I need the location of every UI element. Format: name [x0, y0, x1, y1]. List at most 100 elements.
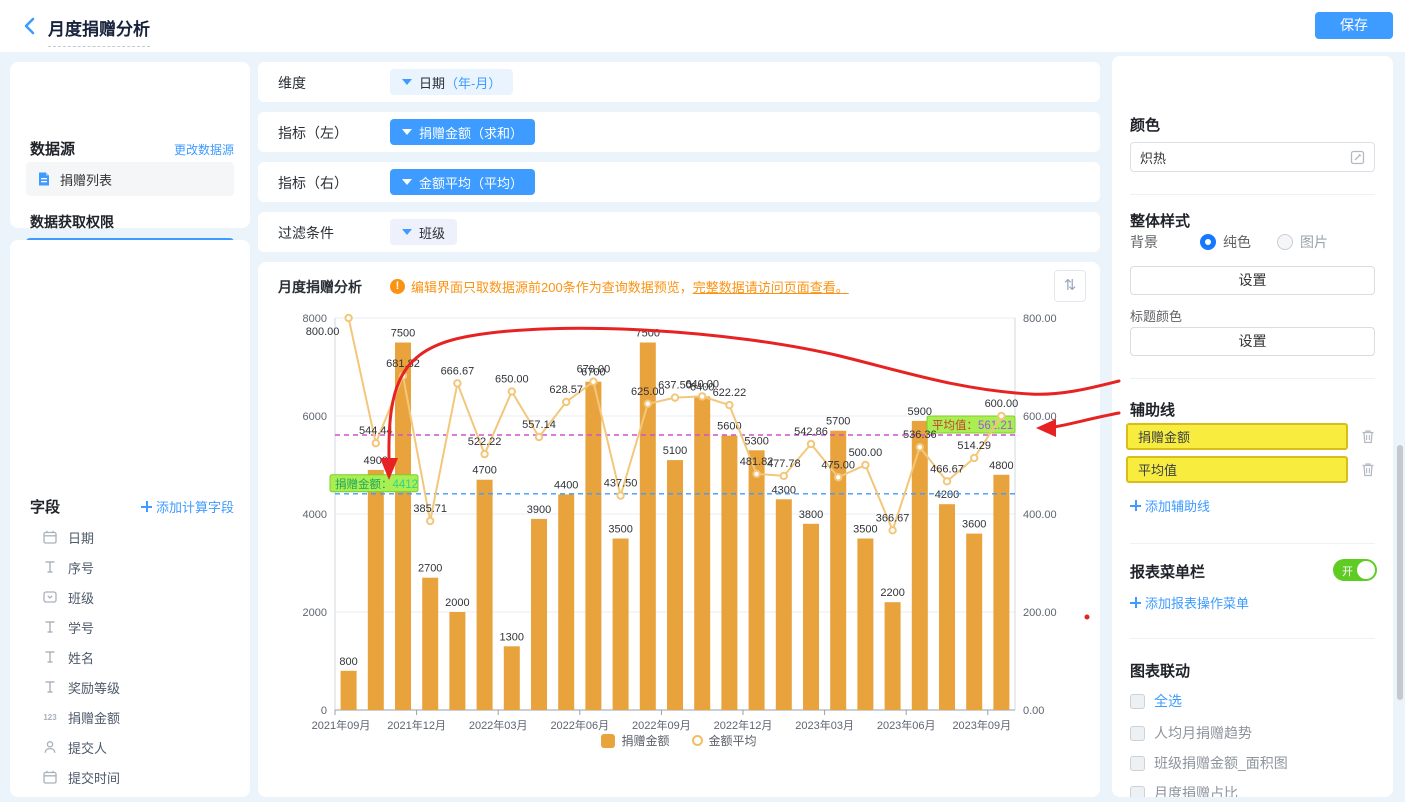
- line-point-2022年04月[interactable]: [536, 434, 542, 440]
- line-point-2022年11月[interactable]: [726, 402, 732, 408]
- bar-2021年10月[interactable]: [368, 470, 384, 710]
- chevron-down-icon: [402, 229, 412, 235]
- bar-2023年01月[interactable]: [776, 499, 792, 710]
- bar-2023年04月[interactable]: [857, 539, 873, 711]
- radio-solid-label[interactable]: 纯色: [1223, 232, 1251, 252]
- color-theme-input[interactable]: 炽热: [1130, 142, 1375, 172]
- metric-right-row: 指标（右） 金额平均（平均）: [258, 162, 1100, 202]
- line-point-2022年09月[interactable]: [672, 394, 678, 400]
- bar-2023年07月[interactable]: [939, 504, 955, 710]
- line-point-2023年08月[interactable]: [971, 455, 977, 461]
- field-item-捐赠金额[interactable]: 123捐赠金额: [10, 702, 250, 732]
- metric-left-row: 指标（左） 捐赠金额（求和）: [258, 112, 1100, 152]
- aux-line-input-平均值[interactable]: 平均值: [1126, 456, 1348, 483]
- radio-solid-icon[interactable]: [1200, 234, 1216, 250]
- checkbox-icon[interactable]: [1130, 756, 1145, 771]
- bar-2021年11月[interactable]: [395, 343, 411, 711]
- aux-line-input-捐赠金额[interactable]: 捐赠金额: [1126, 423, 1348, 450]
- bar-2023年08月[interactable]: [966, 534, 982, 710]
- radio-image-icon[interactable]: [1277, 234, 1293, 250]
- scrollbar-thumb[interactable]: [1397, 445, 1403, 700]
- bar-2022年12月[interactable]: [749, 450, 765, 710]
- bar-2021年12月[interactable]: [422, 578, 438, 710]
- chart-legend: 捐赠金额 金额平均: [258, 732, 1100, 749]
- line-point-2021年11月[interactable]: [400, 373, 406, 379]
- field-item-更新时间[interactable]: 更新时间: [10, 792, 250, 797]
- line-point-2022年07月[interactable]: [617, 492, 623, 498]
- line-point-2023年09月[interactable]: [998, 413, 1004, 419]
- bar-2021年09月[interactable]: [341, 671, 357, 710]
- bar-2022年03月[interactable]: [504, 646, 520, 710]
- save-button[interactable]: 保存: [1315, 12, 1393, 39]
- bar-2022年04月[interactable]: [531, 519, 547, 710]
- menu-toggle[interactable]: 开: [1333, 559, 1377, 581]
- line-point-2023年07月[interactable]: [944, 478, 950, 484]
- trash-icon[interactable]: [1360, 461, 1376, 478]
- field-item-提交时间[interactable]: 提交时间: [10, 762, 250, 792]
- bar-2022年06月[interactable]: [585, 382, 601, 710]
- field-item-序号[interactable]: 序号: [10, 552, 250, 582]
- bar-2022年11月[interactable]: [721, 436, 737, 710]
- field-item-日期[interactable]: 日期: [10, 522, 250, 552]
- line-point-2023年05月[interactable]: [889, 527, 895, 533]
- bar-2022年01月[interactable]: [449, 612, 465, 710]
- bg-setting-button[interactable]: 设置: [1130, 266, 1375, 295]
- checkbox-icon[interactable]: [1130, 786, 1145, 798]
- radio-image-label[interactable]: 图片: [1300, 232, 1328, 252]
- line-point-2023年03月[interactable]: [835, 474, 841, 480]
- back-icon[interactable]: [18, 14, 42, 38]
- edit-icon[interactable]: [1350, 150, 1365, 165]
- line-point-2022年12月[interactable]: [753, 471, 759, 477]
- linkage-item-人均月捐赠趋势[interactable]: 人均月捐赠趋势: [1130, 718, 1375, 748]
- line-point-2022年10月[interactable]: [699, 393, 705, 399]
- bar-2023年02月[interactable]: [803, 524, 819, 710]
- legend-item-line[interactable]: 金额平均: [692, 732, 757, 749]
- bar-2022年05月[interactable]: [558, 494, 574, 710]
- select-all-label[interactable]: 全选: [1154, 691, 1182, 711]
- line-point-2022年05月[interactable]: [563, 399, 569, 405]
- bar-2023年05月[interactable]: [885, 602, 901, 710]
- add-aux-line-link[interactable]: 添加辅助线: [1130, 496, 1210, 515]
- line-point-2023年04月[interactable]: [862, 462, 868, 468]
- line-point-2022年02月[interactable]: [481, 451, 487, 457]
- line-point-2021年09月[interactable]: [345, 315, 351, 321]
- field-item-提交人[interactable]: 提交人: [10, 732, 250, 762]
- line-point-2021年12月[interactable]: [427, 518, 433, 524]
- legend-item-bar[interactable]: 捐赠金额: [601, 732, 669, 749]
- linkage-item-月度捐赠占比[interactable]: 月度捐赠占比: [1130, 778, 1375, 797]
- field-item-班级[interactable]: 班级: [10, 582, 250, 612]
- line-point-2022年06月[interactable]: [590, 379, 596, 385]
- add-calc-field-link[interactable]: 添加计算字段: [141, 497, 234, 516]
- linkage-item-班级捐赠金额_面积图[interactable]: 班级捐赠金额_面积图: [1130, 748, 1375, 778]
- bar-2023年03月[interactable]: [830, 431, 846, 710]
- metric-left-pill[interactable]: 捐赠金额（求和）: [390, 119, 535, 145]
- add-report-menu-link[interactable]: 添加报表操作菜单: [1130, 593, 1249, 612]
- field-item-学号[interactable]: 学号: [10, 612, 250, 642]
- bar-2023年09月[interactable]: [993, 475, 1009, 710]
- line-point-2021年10月[interactable]: [373, 440, 379, 446]
- dimension-pill[interactable]: 日期（年-月）: [390, 69, 513, 95]
- bar-2022年10月[interactable]: [694, 396, 710, 710]
- bar-2022年02月[interactable]: [477, 480, 493, 710]
- line-point-2023年01月[interactable]: [781, 473, 787, 479]
- filter-pill[interactable]: 班级: [390, 219, 457, 245]
- bar-2022年07月[interactable]: [613, 539, 629, 711]
- line-point-2022年01月[interactable]: [454, 380, 460, 386]
- checkbox-icon[interactable]: [1130, 694, 1145, 709]
- field-item-奖励等级[interactable]: 奖励等级: [10, 672, 250, 702]
- x-axis-label: 2021年12月: [387, 718, 446, 732]
- bar-2022年09月[interactable]: [667, 460, 683, 710]
- field-item-姓名[interactable]: 姓名: [10, 642, 250, 672]
- checkbox-icon[interactable]: [1130, 726, 1145, 741]
- trash-icon[interactable]: [1360, 428, 1376, 445]
- line-point-2023年06月[interactable]: [917, 444, 923, 450]
- metric-right-pill[interactable]: 金额平均（平均）: [390, 169, 535, 195]
- line-point-2022年08月[interactable]: [645, 401, 651, 407]
- change-datasource-link[interactable]: 更改数据源: [174, 141, 234, 158]
- select-all-row[interactable]: 全选: [1130, 686, 1375, 716]
- linkage-label: 班级捐赠金额_面积图: [1154, 753, 1288, 773]
- line-point-2022年03月[interactable]: [509, 388, 515, 394]
- datasource-item[interactable]: 捐赠列表: [26, 162, 234, 196]
- line-point-2023年02月[interactable]: [808, 441, 814, 447]
- title-color-setting-button[interactable]: 设置: [1130, 327, 1375, 356]
